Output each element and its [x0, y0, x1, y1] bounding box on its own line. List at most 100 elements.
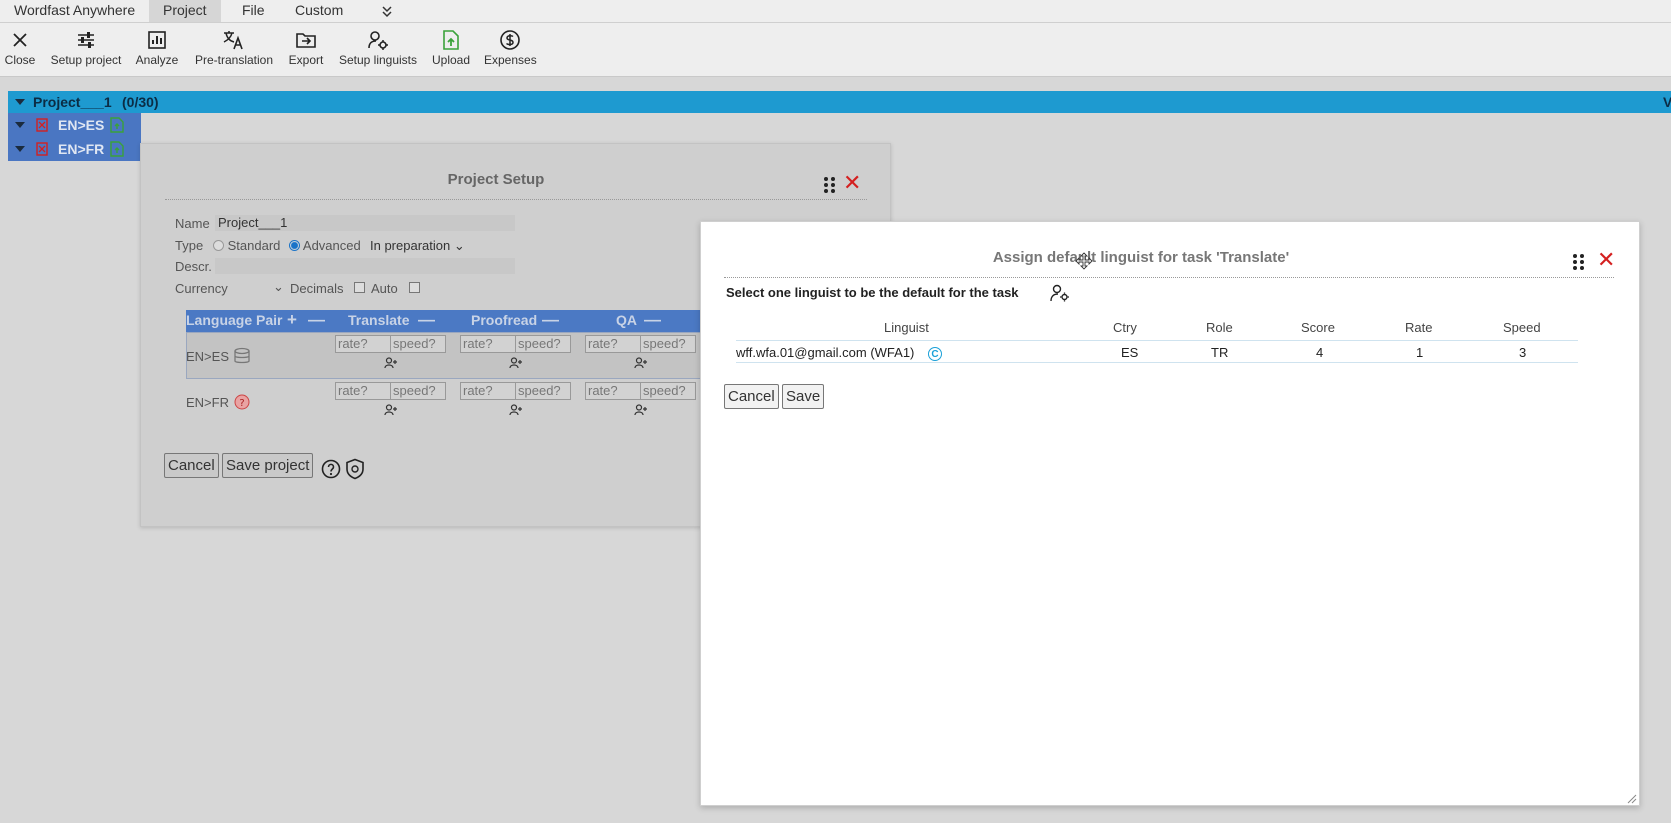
plus-icon[interactable]: +: [287, 310, 297, 330]
caret-down-icon[interactable]: [15, 146, 25, 152]
col-role[interactable]: Role: [1206, 320, 1233, 335]
save-project-button[interactable]: Save project: [222, 453, 314, 478]
linguist-rate: 1: [1416, 345, 1424, 360]
project-name-input[interactable]: Project___1: [215, 215, 515, 231]
type-label: Type: [175, 238, 204, 253]
standard-label: Standard: [227, 238, 281, 253]
proofread-rate-input[interactable]: rate?: [460, 335, 516, 353]
expenses-button[interactable]: Expenses: [484, 29, 537, 67]
type-standard-option[interactable]: Standard: [213, 238, 280, 253]
chevron-down-icon: ⌄: [273, 279, 284, 294]
caret-down-icon[interactable]: [15, 122, 25, 128]
analyze-button[interactable]: Analyze: [135, 29, 179, 67]
dialog-subtitle: Select one linguist to be the default fo…: [726, 285, 1019, 300]
linguist-speed: 3: [1519, 345, 1527, 360]
setup-linguists-button[interactable]: Setup linguists: [337, 29, 419, 67]
question-badge-icon: ?: [234, 394, 250, 413]
assign-linguist-dialog: Assign default linguist for task 'Transl…: [700, 221, 1640, 806]
analyze-label: Analyze: [135, 53, 179, 67]
add-user-icon[interactable]: [634, 403, 648, 419]
upload-file-icon: [430, 29, 472, 51]
resize-handle-icon[interactable]: [1625, 791, 1637, 807]
drag-handle-icon[interactable]: [824, 177, 835, 193]
sliders-icon: [48, 29, 124, 51]
cancel-button[interactable]: Cancel: [724, 384, 779, 409]
minus-icon[interactable]: —: [542, 310, 559, 330]
minus-icon[interactable]: —: [644, 310, 661, 330]
menu-custom[interactable]: Custom: [281, 0, 357, 22]
chevron-double-down-icon[interactable]: [367, 0, 405, 22]
col-score[interactable]: Score: [1301, 320, 1335, 335]
col-linguist[interactable]: Linguist: [884, 320, 929, 335]
col-language-pair: Language Pair: [186, 312, 283, 328]
close-icon[interactable]: ✕: [843, 172, 861, 194]
cancel-button[interactable]: Cancel: [164, 453, 219, 478]
translate-rate-input[interactable]: rate?: [335, 382, 391, 400]
minus-icon[interactable]: —: [418, 310, 435, 330]
type-advanced-option[interactable]: Advanced: [289, 238, 361, 253]
upload-file-icon[interactable]: [110, 141, 124, 160]
delete-icon[interactable]: [36, 142, 48, 159]
close-button[interactable]: Close: [4, 29, 36, 67]
chevron-down-icon: ⌄: [453, 238, 465, 253]
translate-speed-input[interactable]: speed?: [390, 335, 446, 353]
menu-project[interactable]: Project: [149, 0, 221, 22]
svg-text:?: ?: [239, 398, 244, 409]
linguist-role: TR: [1211, 345, 1229, 360]
upload-button[interactable]: Upload: [430, 29, 472, 67]
user-gear-icon: [1050, 284, 1070, 305]
bar-chart-icon: [135, 29, 179, 51]
save-button[interactable]: Save: [782, 384, 825, 409]
col-qa: QA: [616, 312, 637, 328]
radio-advanced[interactable]: [289, 240, 300, 251]
description-input[interactable]: [215, 258, 515, 274]
dollar-circle-icon: [484, 29, 536, 51]
close-icon[interactable]: ✕: [1597, 249, 1615, 271]
name-label: Name: [175, 216, 210, 231]
add-user-icon[interactable]: [384, 403, 398, 419]
close-label: Close: [4, 53, 36, 67]
upload-file-icon[interactable]: [110, 117, 124, 136]
export-button[interactable]: Export: [286, 29, 326, 67]
col-speed[interactable]: Speed: [1503, 320, 1541, 335]
qa-speed-input[interactable]: speed?: [640, 382, 696, 400]
menu-wordfast-anywhere[interactable]: Wordfast Anywhere: [0, 0, 149, 22]
proofread-rate-input[interactable]: rate?: [460, 382, 516, 400]
status-select[interactable]: In preparation ⌄: [370, 238, 465, 254]
translate-speed-input[interactable]: speed?: [390, 382, 446, 400]
add-user-icon[interactable]: [509, 356, 523, 372]
drag-handle-icon[interactable]: [1573, 254, 1584, 270]
linguist-email: wff.wfa.01@gmail.com (WFA1): [736, 345, 915, 360]
add-user-icon[interactable]: [509, 403, 523, 419]
row-pair-label: EN>FR: [186, 395, 229, 410]
add-user-icon[interactable]: [384, 356, 398, 372]
qa-rate-input[interactable]: rate?: [585, 382, 641, 400]
help-icon[interactable]: [321, 459, 341, 482]
delete-icon[interactable]: [36, 118, 48, 135]
table-row-divider: [736, 362, 1578, 363]
radio-standard[interactable]: [213, 240, 224, 251]
setup-project-button[interactable]: Setup project: [48, 29, 124, 67]
c-badge-letter: C: [928, 347, 942, 361]
translate-rate-input[interactable]: rate?: [335, 335, 391, 353]
tree-pair-row[interactable]: EN>FR: [8, 137, 141, 161]
menu-file[interactable]: File: [228, 0, 279, 22]
tree-pair-row[interactable]: EN>ES: [8, 113, 141, 137]
pretranslation-button[interactable]: Pre-translation: [193, 29, 275, 67]
qa-rate-input[interactable]: rate?: [585, 335, 641, 353]
decimals-checkbox[interactable]: [354, 280, 365, 295]
col-ctry[interactable]: Ctry: [1113, 320, 1137, 335]
minus-icon[interactable]: —: [308, 310, 325, 330]
proofread-speed-input[interactable]: speed?: [515, 382, 571, 400]
proofread-speed-input[interactable]: speed?: [515, 335, 571, 353]
shield-icon[interactable]: [345, 458, 365, 483]
auto-checkbox[interactable]: [409, 280, 420, 295]
add-user-icon[interactable]: [634, 356, 648, 372]
col-rate[interactable]: Rate: [1405, 320, 1432, 335]
tree-project-row[interactable]: Project___1 (0/30) V: [8, 91, 1671, 113]
divider: [724, 277, 1614, 278]
qa-speed-input[interactable]: speed?: [640, 335, 696, 353]
caret-down-icon[interactable]: [15, 99, 25, 105]
currency-select[interactable]: ⌄: [273, 279, 284, 295]
upload-label: Upload: [431, 53, 471, 67]
